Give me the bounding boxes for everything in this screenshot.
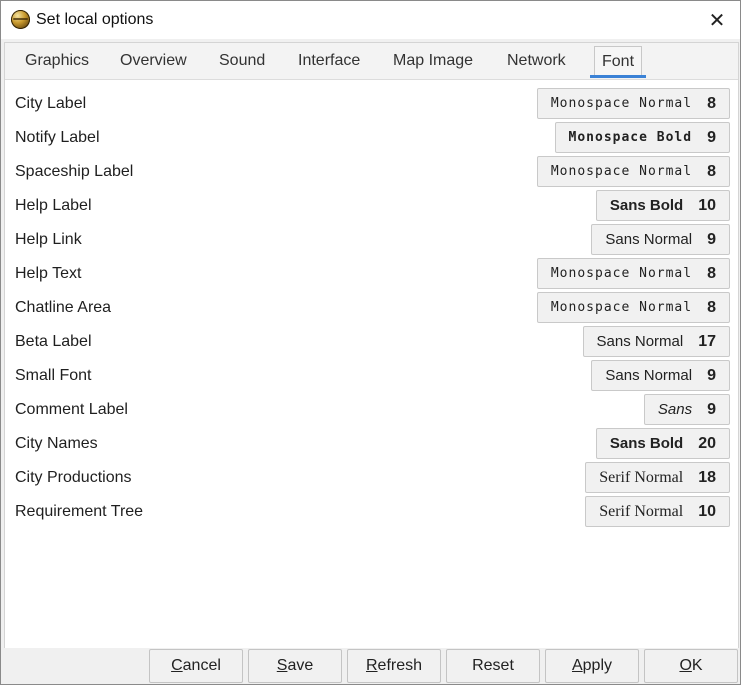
refresh-mnemonic: R <box>365 657 378 674</box>
help-text-font-button[interactable]: Monospace Normal 8 <box>536 258 730 289</box>
city-label-font-button[interactable]: Monospace Normal 8 <box>536 88 730 119</box>
apply-label: pply <box>582 657 613 674</box>
font-name: Monospace Normal <box>550 266 693 281</box>
ok-button[interactable]: OK <box>644 649 738 683</box>
options-window: Set local options ✕ Graphics Overview So… <box>0 0 741 685</box>
font-row-label: City Names <box>15 435 98 452</box>
font-name: Monospace Bold <box>568 130 693 145</box>
font-size: 9 <box>707 128 716 146</box>
tab-network[interactable]: Network <box>507 43 566 79</box>
font-name: Sans <box>657 401 693 418</box>
font-row-label: Help Link <box>15 231 82 248</box>
ok-label: K <box>691 657 703 674</box>
cancel-label: ancel <box>182 657 221 674</box>
font-size: 20 <box>698 434 716 452</box>
font-size: 17 <box>698 332 716 350</box>
city-productions-font-button[interactable]: Serif Normal 18 <box>585 462 730 493</box>
help-label-font-button[interactable]: Sans Bold 10 <box>595 190 730 221</box>
tab-graphics[interactable]: Graphics <box>25 43 89 79</box>
tab-overview[interactable]: Overview <box>120 43 187 79</box>
window-title: Set local options <box>36 11 154 28</box>
font-row-label: Help Text <box>15 265 82 282</box>
close-icon: ✕ <box>708 9 726 32</box>
ok-mnemonic: O <box>679 657 692 674</box>
close-button[interactable]: ✕ <box>694 1 740 39</box>
cancel-button[interactable]: Cancel <box>149 649 243 683</box>
font-size: 9 <box>707 400 716 418</box>
active-tab-indicator <box>590 75 646 78</box>
font-size: 9 <box>707 230 716 248</box>
font-size: 8 <box>707 94 716 112</box>
tab-interface[interactable]: Interface <box>298 43 360 79</box>
app-globe-icon <box>11 10 30 29</box>
title-bar: Set local options ✕ <box>1 1 740 39</box>
notify-label-font-button[interactable]: Monospace Bold 9 <box>554 122 730 153</box>
font-size: 10 <box>698 196 716 214</box>
font-row-label: Beta Label <box>15 333 92 350</box>
small-font-button[interactable]: Sans Normal 9 <box>591 360 730 391</box>
font-size: 8 <box>707 298 716 316</box>
font-row-label: Spaceship Label <box>15 163 134 180</box>
font-name: Serif Normal <box>599 502 684 520</box>
font-name: Serif Normal <box>599 468 684 486</box>
font-name: Monospace Normal <box>550 164 693 179</box>
font-name: Monospace Normal <box>550 96 693 111</box>
button-bar: Cancel Save Refresh Reset Apply OK <box>1 648 740 684</box>
apply-mnemonic: A <box>571 657 583 674</box>
font-row-label: Chatline Area <box>15 299 112 316</box>
apply-button[interactable]: Apply <box>545 649 639 683</box>
cancel-mnemonic: C <box>171 657 183 674</box>
font-size: 8 <box>707 264 716 282</box>
spaceship-label-font-button[interactable]: Monospace Normal 8 <box>536 156 730 187</box>
refresh-button[interactable]: Refresh <box>347 649 441 683</box>
font-size: 8 <box>707 162 716 180</box>
requirement-tree-font-button[interactable]: Serif Normal 10 <box>585 496 730 527</box>
tab-sound[interactable]: Sound <box>219 43 265 79</box>
font-row-label: Small Font <box>15 367 92 384</box>
tab-map-image[interactable]: Map Image <box>393 43 473 79</box>
tab-font[interactable]: Font <box>594 46 643 77</box>
font-name: Sans Bold <box>609 197 684 214</box>
font-size: 10 <box>698 502 716 520</box>
help-link-font-button[interactable]: Sans Normal 9 <box>591 224 730 255</box>
font-row-label: Help Label <box>15 197 92 214</box>
font-size: 9 <box>707 366 716 384</box>
chatline-area-font-button[interactable]: Monospace Normal 8 <box>536 292 730 323</box>
font-name: Sans Normal <box>605 367 693 384</box>
font-row-label: Requirement Tree <box>15 503 144 520</box>
tab-bar: Graphics Overview Sound Interface Map Im… <box>5 43 738 80</box>
refresh-label: efresh <box>377 657 423 674</box>
save-label: ave <box>287 657 314 674</box>
font-row-label: Comment Label <box>15 401 128 418</box>
save-mnemonic: S <box>276 657 288 674</box>
reset-button[interactable]: Reset <box>446 649 540 683</box>
font-name: Monospace Normal <box>550 300 693 315</box>
comment-label-font-button[interactable]: Sans 9 <box>643 394 730 425</box>
font-name: Sans Normal <box>605 231 693 248</box>
save-button[interactable]: Save <box>248 649 342 683</box>
font-panel: Graphics Overview Sound Interface Map Im… <box>4 42 739 649</box>
font-size: 18 <box>698 468 716 486</box>
font-row-label: Notify Label <box>15 129 100 146</box>
font-row-label: City Productions <box>15 469 132 486</box>
city-names-font-button[interactable]: Sans Bold 20 <box>595 428 730 459</box>
font-name: Sans Bold <box>609 435 684 452</box>
font-name: Sans Normal <box>596 333 684 350</box>
font-row-label: City Label <box>15 95 87 112</box>
beta-label-font-button[interactable]: Sans Normal 17 <box>582 326 730 357</box>
